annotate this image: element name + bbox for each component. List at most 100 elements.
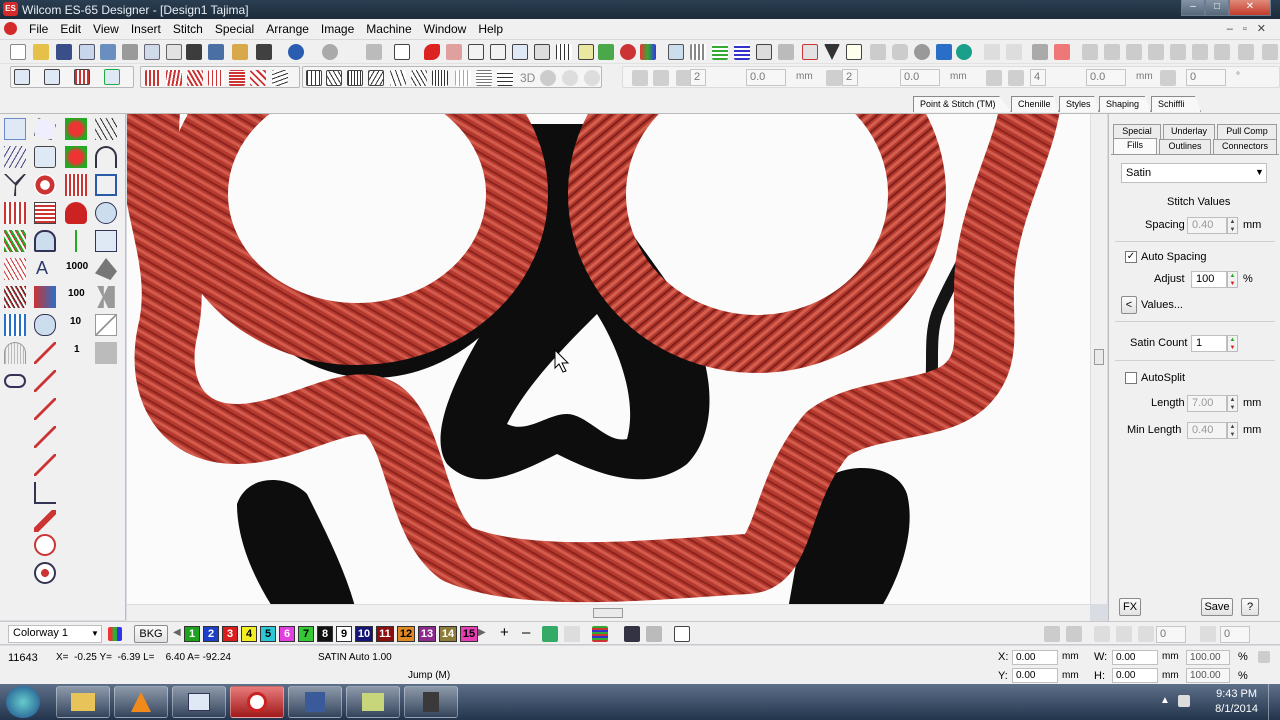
color-swatch-5[interactable]: 5 bbox=[260, 626, 276, 642]
reshape-node-icon[interactable] bbox=[34, 118, 56, 140]
rotate-right-icon[interactable] bbox=[1116, 626, 1132, 642]
horizontal-scrollbar[interactable] bbox=[127, 604, 1090, 621]
color-swatch-9[interactable]: 9 bbox=[336, 626, 352, 642]
skew-field[interactable]: 0 bbox=[1220, 626, 1250, 643]
circle-icon[interactable] bbox=[914, 44, 930, 60]
tab-outlines[interactable]: Outlines bbox=[1159, 139, 1211, 154]
tab-pull-comp[interactable]: Pull Comp bbox=[1217, 124, 1277, 139]
zigzag-tool-icon[interactable] bbox=[65, 174, 87, 196]
color-remove-icon[interactable] bbox=[564, 626, 580, 642]
menu-stitch[interactable]: Stitch bbox=[167, 19, 209, 40]
stitch-tool-icon[interactable] bbox=[65, 230, 87, 252]
lettering-icon[interactable]: A bbox=[36, 258, 48, 279]
mirror-icon[interactable] bbox=[632, 70, 648, 86]
palette-icon[interactable] bbox=[640, 44, 656, 60]
tab-fills[interactable]: Fills bbox=[1113, 138, 1157, 154]
film-icon[interactable] bbox=[624, 626, 640, 642]
refresh-icon[interactable] bbox=[956, 44, 972, 60]
number-1-icon[interactable]: 1 bbox=[74, 344, 80, 355]
flower-icon[interactable] bbox=[65, 118, 87, 140]
backstitch-icon[interactable] bbox=[4, 286, 26, 308]
column-icon[interactable] bbox=[34, 202, 56, 224]
explorer-taskbar-button[interactable] bbox=[56, 686, 110, 718]
wilcom-taskbar-button[interactable] bbox=[230, 686, 284, 718]
size-icon[interactable] bbox=[1262, 44, 1278, 60]
spacing-spinner[interactable]: ▲ ▼ bbox=[1227, 217, 1238, 234]
oval-icon[interactable] bbox=[4, 374, 26, 388]
outline-color-icon[interactable] bbox=[446, 44, 462, 60]
corner-icon[interactable] bbox=[95, 174, 117, 196]
show-image-icon[interactable] bbox=[668, 44, 684, 60]
run-icon[interactable] bbox=[4, 230, 26, 252]
x-field[interactable]: 0.00 bbox=[1012, 650, 1058, 665]
turning-satin-icon[interactable] bbox=[166, 70, 182, 86]
align-right-icon[interactable] bbox=[1126, 44, 1142, 60]
needle-icon[interactable] bbox=[534, 44, 550, 60]
adjust-field[interactable]: 100 bbox=[1191, 271, 1227, 288]
line-tool-icon[interactable] bbox=[34, 342, 56, 364]
3d-label[interactable]: 3D bbox=[520, 71, 535, 85]
e-stitch-icon[interactable] bbox=[208, 70, 224, 86]
color-swatch-3[interactable]: 3 bbox=[222, 626, 238, 642]
pen-icon[interactable] bbox=[490, 44, 506, 60]
save-button[interactable]: Save bbox=[1201, 598, 1233, 616]
select-arrow-icon[interactable] bbox=[4, 118, 26, 140]
help-button[interactable]: ? bbox=[1241, 598, 1259, 616]
tab-schiffli[interactable]: Schiffli bbox=[1151, 96, 1201, 112]
red-path-icon[interactable] bbox=[34, 510, 56, 532]
rotate-field[interactable]: 0 bbox=[1156, 626, 1186, 643]
align-middle-icon[interactable] bbox=[1170, 44, 1186, 60]
send-to-machine-icon[interactable] bbox=[166, 44, 182, 60]
travel-icon[interactable] bbox=[846, 44, 862, 60]
color-grid-icon[interactable] bbox=[108, 627, 122, 641]
blue-square-icon[interactable] bbox=[936, 44, 952, 60]
show-all-icon[interactable] bbox=[756, 44, 772, 60]
maximize-button[interactable]: □ bbox=[1205, 0, 1229, 16]
align-center-icon[interactable] bbox=[1104, 44, 1120, 60]
flip-icon[interactable] bbox=[653, 70, 669, 86]
corner-path-icon[interactable] bbox=[34, 482, 56, 504]
repeat-count-field[interactable]: 2 bbox=[690, 69, 706, 86]
cut-icon[interactable] bbox=[186, 44, 202, 60]
mirror-vertical-icon[interactable] bbox=[1066, 626, 1082, 642]
properties-icon[interactable] bbox=[100, 44, 116, 60]
vertical-count-field[interactable]: 2 bbox=[842, 69, 858, 86]
align-top-icon[interactable] bbox=[1148, 44, 1164, 60]
ungroup-icon[interactable] bbox=[1006, 44, 1022, 60]
color-wheel-icon[interactable] bbox=[620, 44, 636, 60]
program-split-icon[interactable] bbox=[347, 70, 363, 86]
music-taskbar-button[interactable] bbox=[288, 686, 342, 718]
paste-icon[interactable] bbox=[232, 44, 248, 60]
horizontal-scroll-thumb[interactable] bbox=[593, 608, 623, 618]
menu-arrange[interactable]: Arrange bbox=[260, 19, 315, 40]
stipple-icon[interactable] bbox=[476, 70, 492, 86]
delete-icon[interactable] bbox=[256, 44, 272, 60]
add-color-icon[interactable]: + bbox=[500, 624, 509, 641]
list-icon[interactable] bbox=[674, 626, 690, 642]
select-icon[interactable] bbox=[512, 44, 528, 60]
texture-icon[interactable] bbox=[95, 342, 117, 364]
reshape-icon[interactable] bbox=[870, 44, 886, 60]
fan-icon[interactable] bbox=[4, 342, 26, 364]
unlock-icon[interactable] bbox=[1054, 44, 1070, 60]
disabled-tool-icon[interactable] bbox=[646, 626, 662, 642]
tab-chenille[interactable]: Chenille bbox=[1011, 96, 1059, 112]
vlc-taskbar-button[interactable] bbox=[114, 686, 168, 718]
vertical-scroll-thumb[interactable] bbox=[1094, 349, 1104, 365]
space-icon[interactable] bbox=[1238, 44, 1254, 60]
distribute-icon[interactable] bbox=[1214, 44, 1230, 60]
hat-icon[interactable] bbox=[34, 230, 56, 252]
tie-in-icon[interactable] bbox=[34, 426, 56, 448]
show-stitches-icon[interactable] bbox=[690, 44, 706, 60]
close-button[interactable]: ✕ bbox=[1229, 0, 1271, 16]
copy-icon[interactable] bbox=[208, 44, 224, 60]
color-swatch-1[interactable]: 1 bbox=[184, 626, 200, 642]
color-swatch-14[interactable]: 14 bbox=[439, 626, 457, 642]
rotate-free-icon[interactable] bbox=[1138, 626, 1154, 642]
vertical-scrollbar[interactable] bbox=[1090, 114, 1107, 604]
menu-help[interactable]: Help bbox=[472, 19, 509, 40]
h-percent-field[interactable]: 100.00 bbox=[1186, 668, 1230, 683]
jump-icon[interactable] bbox=[34, 398, 56, 420]
polyline-select-icon[interactable] bbox=[44, 69, 60, 85]
shape-square-icon[interactable] bbox=[892, 44, 908, 60]
